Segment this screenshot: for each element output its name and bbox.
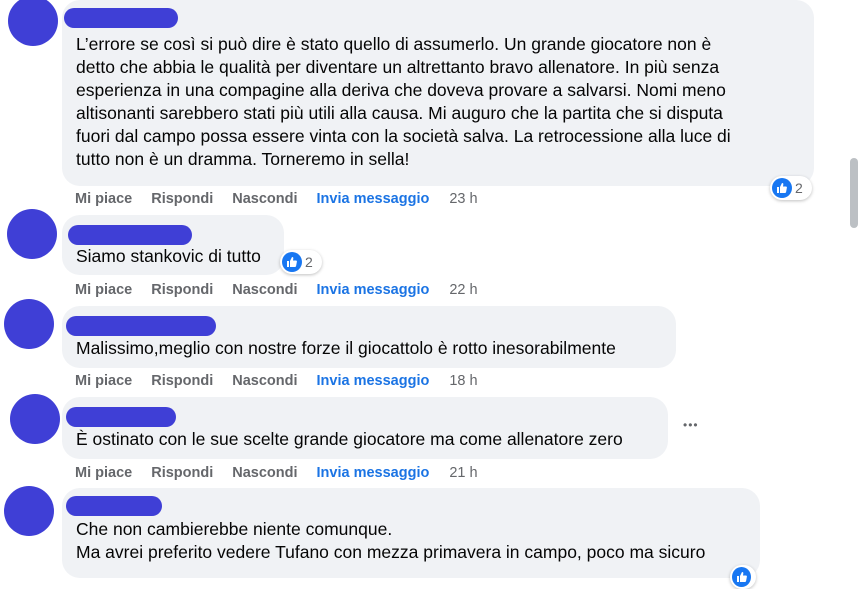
author-name-redacted[interactable] [66,496,162,516]
comment-bubble: Siamo stankovic di tutto [62,215,284,275]
avatar[interactable] [7,209,57,259]
comment-text: Malissimo,meglio con nostre forze il gio… [76,338,616,358]
author-name-redacted[interactable] [64,8,178,28]
author-name-redacted[interactable] [66,407,176,427]
like-button[interactable]: Mi piace [75,373,132,389]
comment-text: Che non cambierebbe niente comunque. Ma … [76,519,706,562]
scrollbar-thumb[interactable] [850,158,858,228]
comment-bubble: Malissimo,meglio con nostre forze il gio… [62,306,676,368]
more-options-icon[interactable]: ••• [683,418,699,432]
send-message-button[interactable]: Invia messaggio [317,282,430,298]
avatar[interactable] [4,486,54,536]
reaction-count[interactable]: 2 [280,250,322,274]
scrollbar[interactable] [846,0,862,582]
timestamp[interactable]: 22 h [449,282,477,298]
reaction-count-number: 2 [795,180,803,196]
hide-button[interactable]: Nascondi [232,373,297,389]
avatar[interactable] [8,0,58,46]
comment-actions: Mi piace Rispondi Nascondi Invia messagg… [75,280,478,300]
like-button[interactable]: Mi piace [75,282,132,298]
timestamp[interactable]: 23 h [449,191,477,207]
reaction-count-number: 2 [305,254,313,270]
comment-actions: Mi piace Rispondi Nascondi Invia messagg… [75,189,478,209]
like-thumb-icon [772,178,792,198]
author-name-redacted[interactable] [68,225,192,245]
comment-text: L’errore se così si può dire è stato que… [76,34,731,169]
like-thumb-icon [282,252,302,272]
like-thumb-icon [732,567,751,587]
avatar[interactable] [10,394,60,444]
comment-bubble: L’errore se così si può dire è stato que… [62,0,814,186]
comment-bubble: È ostinato con le sue scelte grande gioc… [62,397,668,459]
comment-bubble: Che non cambierebbe niente comunque. Ma … [62,488,760,578]
avatar[interactable] [4,299,54,349]
timestamp[interactable]: 21 h [449,465,477,481]
author-name-redacted[interactable] [66,316,216,336]
reply-button[interactable]: Rispondi [151,373,213,389]
reply-button[interactable]: Rispondi [151,465,213,481]
comment-text: È ostinato con le sue scelte grande gioc… [76,429,623,449]
send-message-button[interactable]: Invia messaggio [317,465,430,481]
send-message-button[interactable]: Invia messaggio [317,191,430,207]
send-message-button[interactable]: Invia messaggio [317,373,430,389]
like-button[interactable]: Mi piace [75,465,132,481]
timestamp[interactable]: 18 h [449,373,477,389]
comment-actions: Mi piace Rispondi Nascondi Invia messagg… [75,371,478,391]
reaction-badge[interactable] [730,565,756,589]
reply-button[interactable]: Rispondi [151,282,213,298]
comment-text: Siamo stankovic di tutto [76,246,261,266]
hide-button[interactable]: Nascondi [232,282,297,298]
reaction-count[interactable]: 2 [770,176,812,200]
hide-button[interactable]: Nascondi [232,191,297,207]
reply-button[interactable]: Rispondi [151,191,213,207]
hide-button[interactable]: Nascondi [232,465,297,481]
comment-actions: Mi piace Rispondi Nascondi Invia messagg… [75,463,478,483]
like-button[interactable]: Mi piace [75,191,132,207]
